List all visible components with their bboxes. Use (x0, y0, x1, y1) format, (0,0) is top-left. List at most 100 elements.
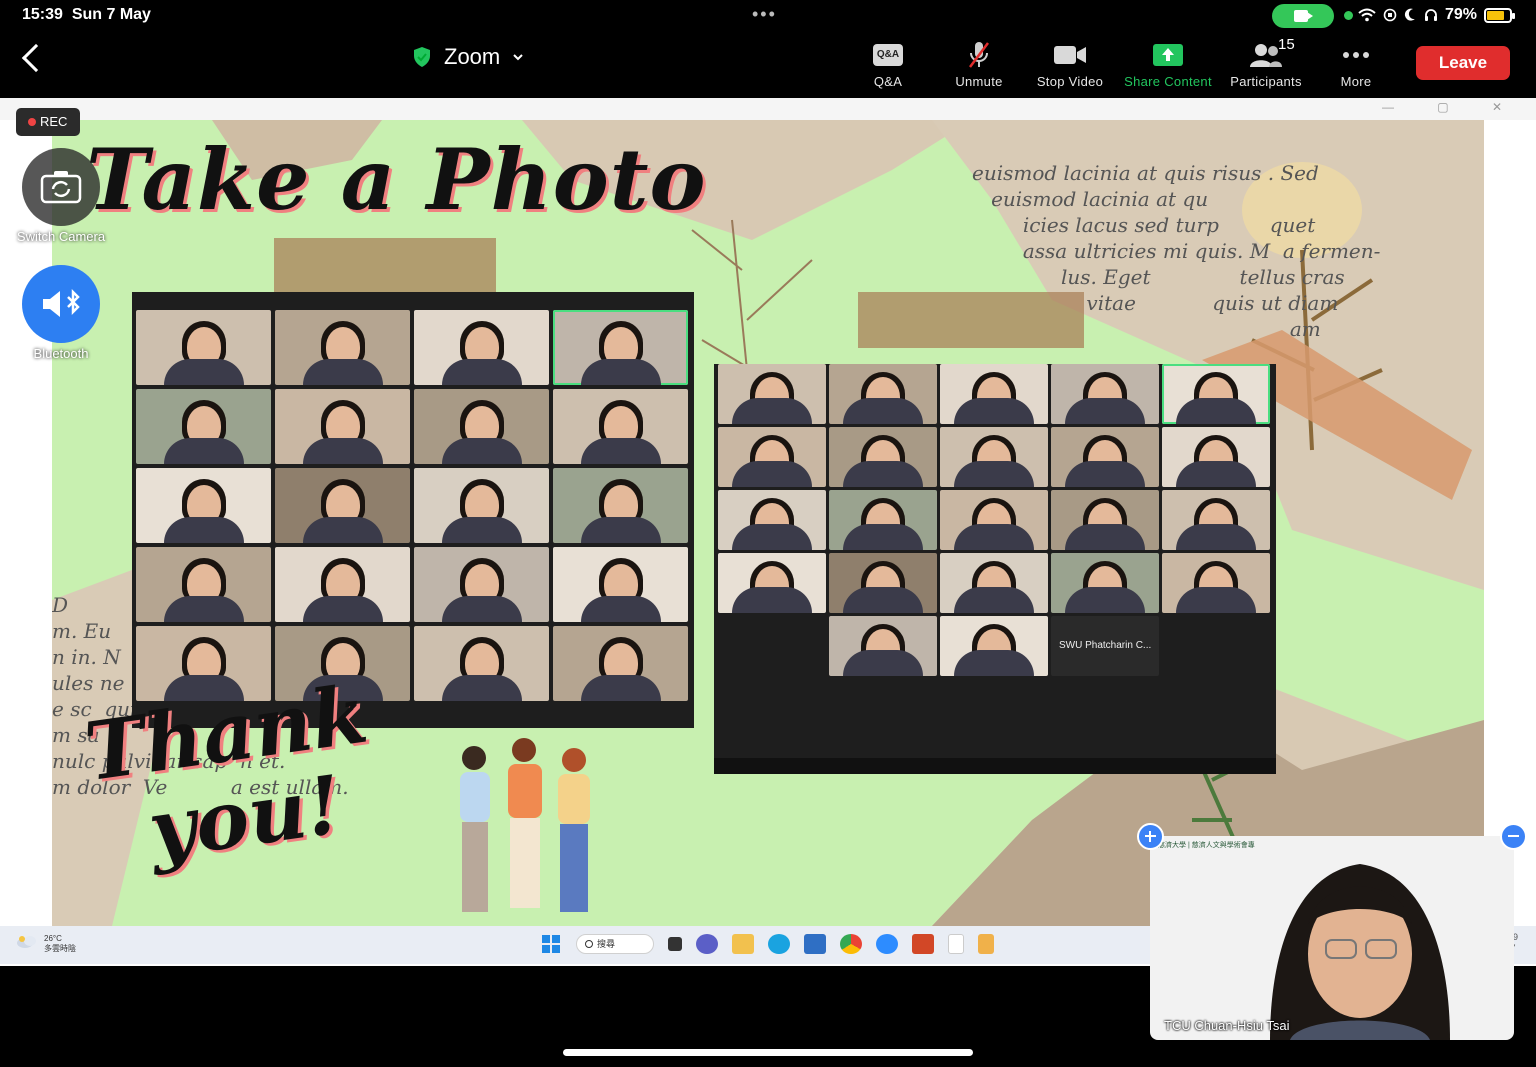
participant-body (843, 650, 923, 676)
powerpoint-icon[interactable] (912, 934, 934, 954)
switch-camera-button[interactable] (22, 148, 100, 226)
participant-body (1176, 587, 1256, 613)
home-indicator[interactable] (563, 1049, 973, 1056)
participant-video-tile (414, 468, 549, 543)
gallery-screenshot-1 (132, 292, 694, 728)
edge-browser-icon[interactable] (768, 934, 790, 954)
file-explorer-icon[interactable] (732, 934, 754, 954)
participant-video-tile (829, 616, 937, 676)
participant-body (1065, 587, 1145, 613)
chevron-down-icon (513, 54, 523, 61)
multitasking-dots-icon[interactable]: ••• (752, 4, 777, 25)
leave-button[interactable]: Leave (1416, 46, 1510, 80)
participant-video-tile (553, 547, 688, 622)
participant-body (732, 461, 812, 487)
participant-video-tile (1162, 364, 1270, 424)
zoom-toolbar: Zoom Q&A Q&A Unmute Stop Video Share Con… (0, 32, 1536, 98)
participant-body (1065, 461, 1145, 487)
participant-name-text: SWU Phatcharin C... (1059, 640, 1152, 651)
participant-name-tile: SWU Phatcharin C... (1051, 616, 1159, 676)
orientation-lock-icon (1383, 8, 1397, 22)
zoom-app-icon[interactable] (876, 934, 898, 954)
store-icon[interactable] (804, 934, 826, 954)
back-button[interactable] (18, 40, 48, 74)
gallery-screenshot-2: SWU Phatcharin C... (714, 364, 1276, 774)
participant-video-tile (1051, 427, 1159, 487)
participant-video-tile (1162, 490, 1270, 550)
video-camera-icon (1054, 46, 1086, 64)
participant-video-tile (940, 553, 1048, 613)
participant-video-tile (275, 468, 410, 543)
participant-video-tile (1162, 427, 1270, 487)
participant-video-tile (940, 364, 1048, 424)
switch-camera-icon (40, 171, 82, 204)
people-illustration (460, 738, 590, 912)
privacy-dot-icon (1344, 11, 1353, 20)
participant-video-tile (414, 626, 549, 701)
stop-video-button[interactable]: Stop Video (1022, 36, 1118, 94)
chrome-icon[interactable] (840, 934, 862, 954)
weather-text: 26°C 多雲時陰 (44, 934, 76, 953)
participant-body (302, 517, 383, 543)
participant-body (843, 398, 923, 424)
more-button[interactable]: More (1308, 36, 1404, 94)
share-screen-icon (1153, 44, 1183, 66)
participant-video-tile (136, 389, 271, 464)
participant-video-tile (136, 310, 271, 385)
status-time: 15:39 Sun 7 May (22, 6, 151, 23)
teams-chat-icon[interactable] (696, 934, 718, 954)
taskbar-search[interactable]: 搜尋 (576, 934, 654, 954)
speaker-bluetooth-icon (43, 288, 80, 317)
minimize-video-button[interactable] (1500, 823, 1527, 850)
windows-start-icon[interactable] (540, 934, 562, 954)
meeting-info-button[interactable]: Zoom (412, 42, 524, 72)
switch-camera-label: Switch Camera (16, 229, 106, 244)
battery-percent: 79% (1445, 6, 1478, 23)
participants-button[interactable]: 15 Participants (1218, 36, 1314, 94)
presentation-slide: euismod lacinia at quis risus . Sed euis… (52, 120, 1484, 926)
self-video-view[interactable]: 慈濟大學 | 慈濟人文與學術會專 TCU Chuan-Hsiu Tsai (1150, 836, 1514, 1040)
participant-body (1065, 398, 1145, 424)
qa-icon: Q&A (873, 44, 903, 66)
participant-video-tile (1051, 553, 1159, 613)
window-controls: — ▢ ✕ (1381, 100, 1522, 114)
participant-body (580, 517, 661, 543)
media-player-icon[interactable] (978, 934, 994, 954)
share-content-button[interactable]: Share Content (1120, 36, 1216, 94)
participant-video-tile (553, 468, 688, 543)
more-label: More (1340, 74, 1372, 89)
status-icons (1358, 6, 1438, 23)
participant-video-tile (718, 427, 826, 487)
participant-body (1065, 524, 1145, 550)
unmute-button[interactable]: Unmute (931, 36, 1027, 94)
participant-body (954, 461, 1034, 487)
participant-body (441, 675, 522, 701)
participant-video-tile (553, 310, 688, 385)
participant-body (954, 398, 1034, 424)
participant-body (163, 596, 244, 622)
participant-video-tile (553, 626, 688, 701)
participant-video-tile (136, 547, 271, 622)
participants-label: Participants (1230, 74, 1302, 89)
more-dots-icon (1343, 52, 1369, 58)
participant-body (1176, 524, 1256, 550)
task-view-icon[interactable] (668, 937, 682, 951)
participant-body (580, 359, 661, 385)
expand-video-button[interactable] (1137, 823, 1164, 850)
participant-body (163, 359, 244, 385)
bluetooth-audio-button[interactable] (22, 265, 100, 343)
participant-body (163, 517, 244, 543)
participant-video-tile (940, 427, 1048, 487)
weather-widget[interactable]: 26°C 多雲時陰 (16, 934, 76, 954)
document-icon[interactable] (948, 934, 964, 954)
tape-decoration (274, 238, 496, 296)
participant-body (732, 587, 812, 613)
slide-title: Take a Photo (86, 130, 707, 229)
qa-button[interactable]: Q&A Q&A (840, 36, 936, 94)
participant-body (163, 438, 244, 464)
participant-body (732, 524, 812, 550)
participant-video-tile (829, 427, 937, 487)
participant-video-tile (829, 490, 937, 550)
zoom-ipad-screen: 15:39 Sun 7 May ••• 79% Zoom Q&A Q&A Unm… (0, 0, 1536, 1067)
participant-video-tile (414, 547, 549, 622)
